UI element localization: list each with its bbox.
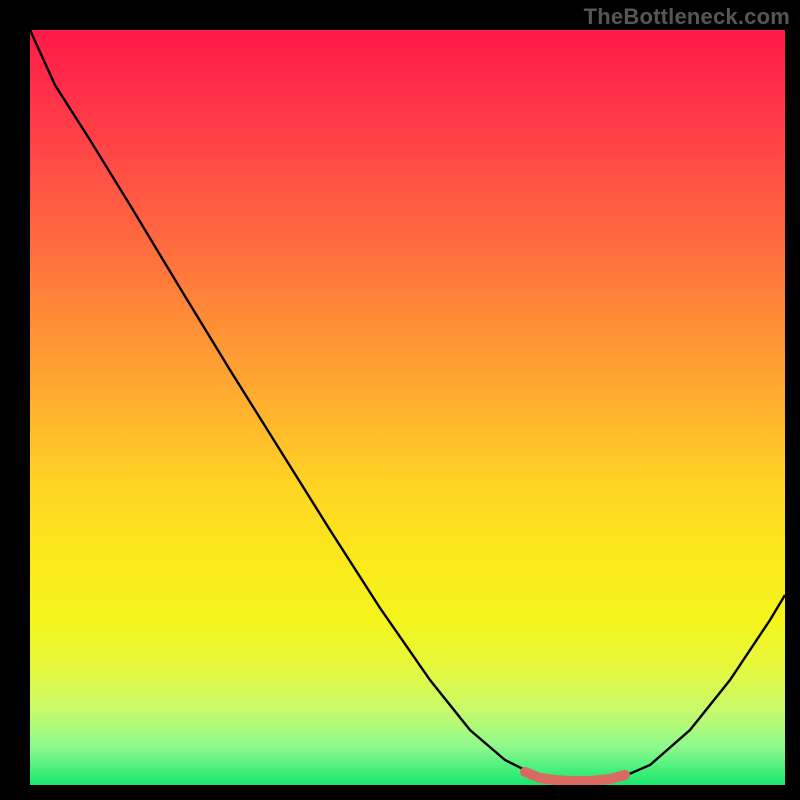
watermark-text: TheBottleneck.com xyxy=(584,4,790,30)
curve-svg xyxy=(30,30,785,785)
highlight-path xyxy=(525,772,625,781)
plot-area xyxy=(30,30,785,785)
chart-frame: TheBottleneck.com xyxy=(0,0,800,800)
curve-path xyxy=(30,30,785,781)
